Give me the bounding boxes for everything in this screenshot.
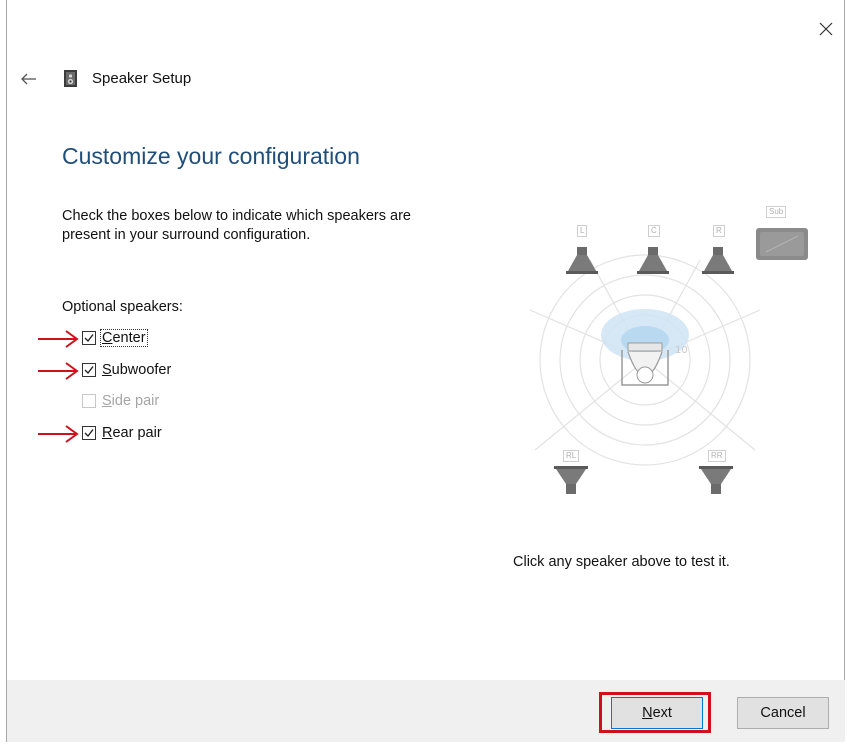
side-pair-checkbox-box: [82, 394, 96, 408]
front-speaker-icon: [702, 247, 734, 274]
speaker-layout-diagram: 10 L C R Sub RL RR: [530, 200, 820, 510]
annotation-arrow-icon: [38, 330, 79, 348]
center-checkbox-label: Center: [100, 329, 148, 347]
rear-speaker-icon: [554, 466, 588, 494]
dialog-footer: [7, 680, 845, 742]
rear-speaker-icon: [699, 466, 733, 494]
annotation-arrow-icon: [38, 362, 79, 380]
checkmark-icon: [84, 429, 94, 438]
speaker-right[interactable]: R: [698, 225, 738, 275]
center-checkbox[interactable]: Center: [82, 329, 148, 347]
front-speaker-icon: [637, 247, 669, 274]
subwoofer-checkbox-box[interactable]: [82, 363, 96, 377]
window-title: Speaker Setup: [92, 70, 192, 87]
rear-pair-checkbox-box[interactable]: [82, 426, 96, 440]
side-pair-checkbox: Side pair: [82, 393, 160, 409]
checkmark-icon: [84, 334, 94, 343]
close-icon: [819, 22, 833, 36]
speaker-center[interactable]: C: [633, 225, 673, 275]
speaker-rear-left[interactable]: RL: [550, 450, 592, 500]
svg-text:10: 10: [675, 345, 688, 356]
test-speaker-hint: Click any speaker above to test it.: [513, 554, 730, 570]
annotation-arrow-icon: [38, 425, 79, 443]
subwoofer-icon: [756, 228, 808, 260]
cancel-button[interactable]: Cancel: [737, 697, 829, 729]
instructions-text: Check the boxes below to indicate which …: [62, 208, 411, 243]
center-checkbox-box[interactable]: [82, 331, 96, 345]
subwoofer-checkbox[interactable]: Subwoofer: [82, 362, 172, 378]
speaker-left[interactable]: L: [562, 225, 602, 275]
rear-pair-checkbox[interactable]: Rear pair: [82, 425, 163, 441]
speaker-rear-right[interactable]: RR: [695, 450, 737, 500]
checkmark-icon: [84, 366, 94, 375]
speaker-setup-icon: [62, 69, 80, 89]
optional-speakers-label: Optional speakers:: [62, 299, 183, 315]
subwoofer-checkbox-label: Subwoofer: [102, 362, 172, 378]
side-pair-checkbox-label: Side pair: [102, 393, 160, 409]
front-speaker-icon: [566, 247, 598, 274]
back-button[interactable]: [16, 66, 42, 92]
page-heading: Customize your configuration: [62, 143, 360, 169]
next-button-annotation-box: [599, 692, 711, 733]
close-button[interactable]: [811, 14, 841, 44]
rear-pair-checkbox-label: Rear pair: [102, 425, 162, 441]
back-arrow-icon: [21, 73, 36, 85]
speaker-subwoofer[interactable]: Sub: [754, 206, 810, 266]
